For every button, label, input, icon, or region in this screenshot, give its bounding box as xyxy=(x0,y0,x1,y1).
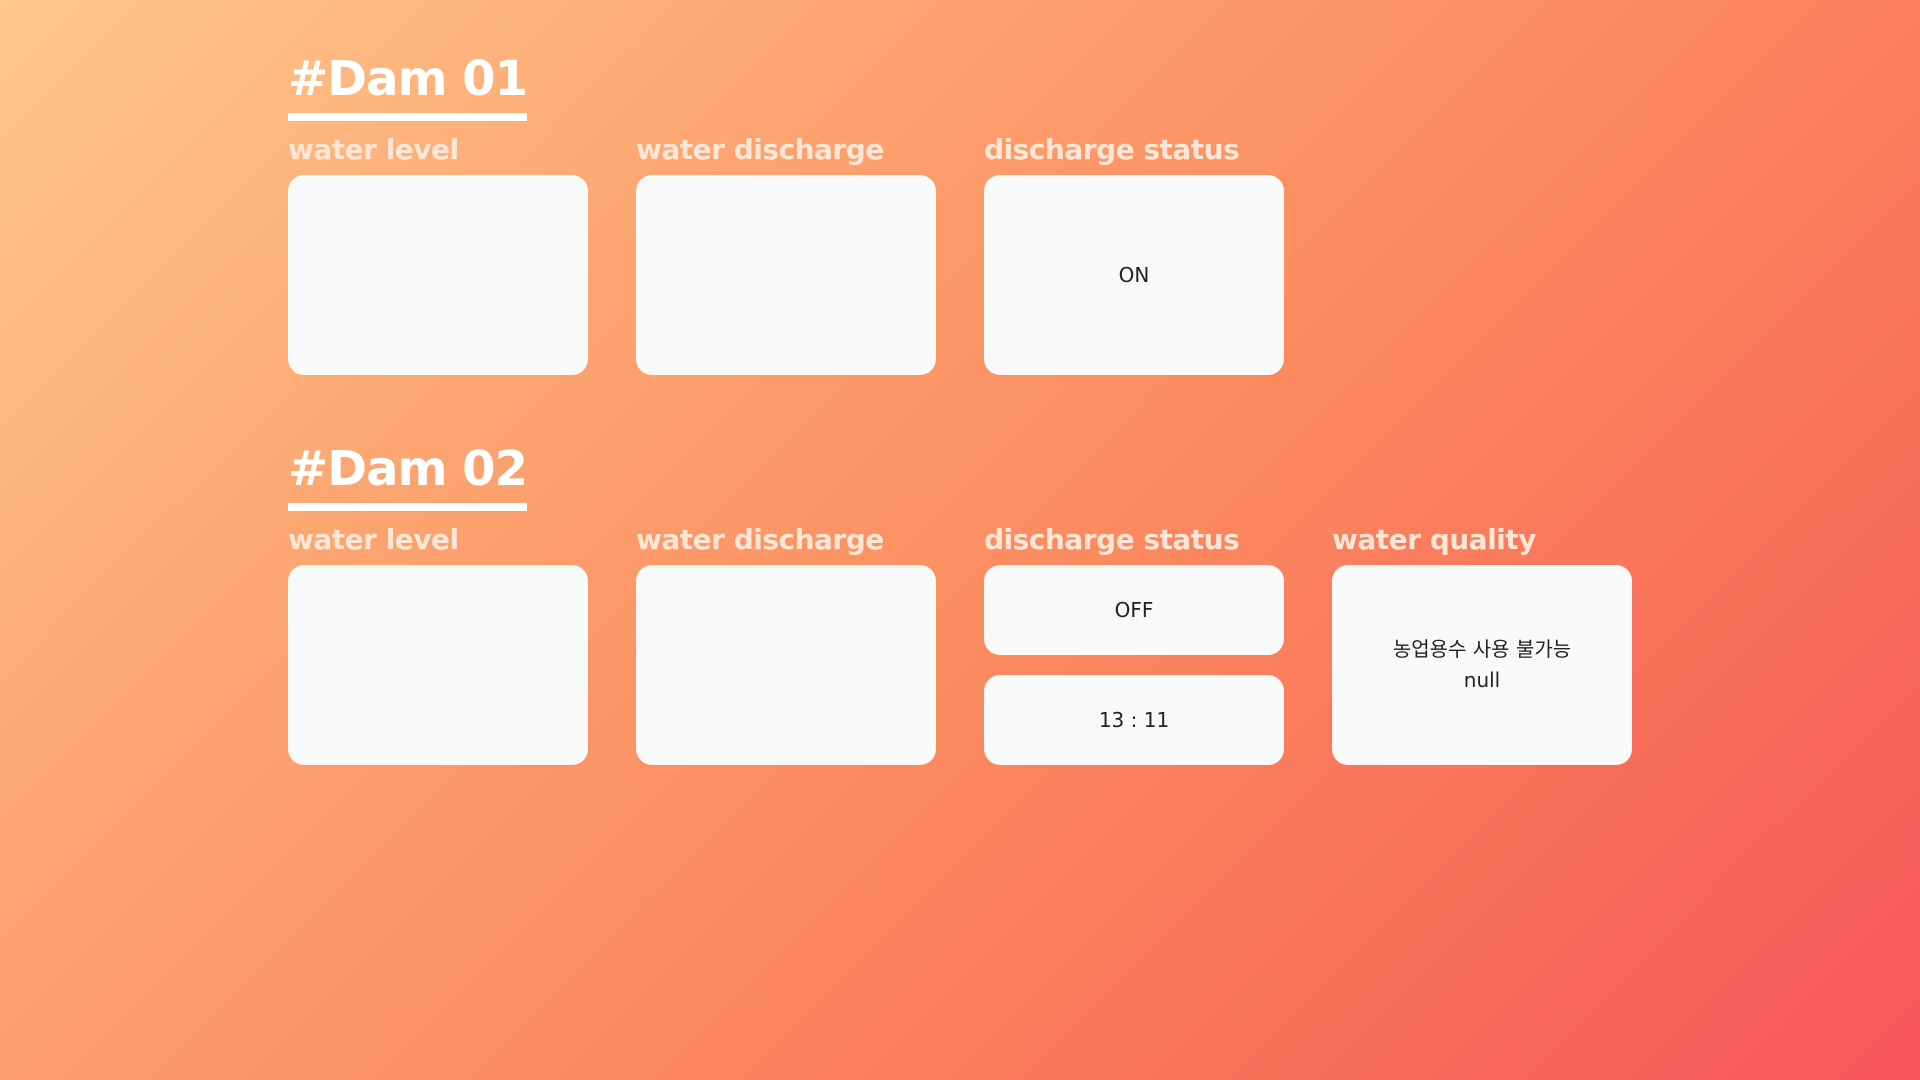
dam-01-cards: water level water discharge discharge st… xyxy=(288,133,1284,375)
water-level-label: water level xyxy=(288,133,459,166)
discharge-status-value: ON xyxy=(1118,262,1150,287)
dam-02-title: #Dam 02 xyxy=(288,440,528,511)
dam-01-discharge-status: discharge status ON xyxy=(984,133,1284,375)
discharge-time-card: 13 : 11 xyxy=(984,675,1284,765)
water-quality-card: 농업용수 사용 불가능 null xyxy=(1332,565,1632,765)
dam-01-section: #Dam 01 water level water discharge disc… xyxy=(288,50,1284,375)
water-quality-message: 농업용수 사용 불가능 xyxy=(1392,637,1572,661)
dam-01-water-level: water level xyxy=(288,133,588,375)
discharge-status-label: discharge status xyxy=(984,133,1240,166)
water-discharge-card xyxy=(636,565,936,765)
discharge-status-label: discharge status xyxy=(984,523,1240,556)
water-discharge-card xyxy=(636,175,936,375)
water-level-card xyxy=(288,565,588,765)
water-discharge-label: water discharge xyxy=(636,133,884,166)
dam-01-title: #Dam 01 xyxy=(288,50,528,121)
dam-02-water-discharge: water discharge xyxy=(636,523,936,765)
dam-01-water-discharge: water discharge xyxy=(636,133,936,375)
dam-02-water-level: water level xyxy=(288,523,588,765)
discharge-time-value: 13 : 11 xyxy=(1098,707,1170,732)
discharge-status-card: ON xyxy=(984,175,1284,375)
dam-02-cards: water level water discharge discharge st… xyxy=(288,523,1632,765)
dam-02-section: #Dam 02 water level water discharge disc… xyxy=(288,440,1632,765)
water-level-label: water level xyxy=(288,523,459,556)
water-quality-label: water quality xyxy=(1332,523,1536,556)
water-discharge-label: water discharge xyxy=(636,523,884,556)
discharge-status-card: OFF xyxy=(984,565,1284,655)
water-quality-value: null xyxy=(1463,668,1501,692)
discharge-status-value: OFF xyxy=(1114,597,1154,622)
water-level-card xyxy=(288,175,588,375)
dam-02-discharge-status: discharge status OFF 13 : 11 xyxy=(984,523,1284,765)
discharge-status-stack: OFF 13 : 11 xyxy=(984,565,1284,765)
dam-02-water-quality: water quality 농업용수 사용 불가능 null xyxy=(1332,523,1632,765)
